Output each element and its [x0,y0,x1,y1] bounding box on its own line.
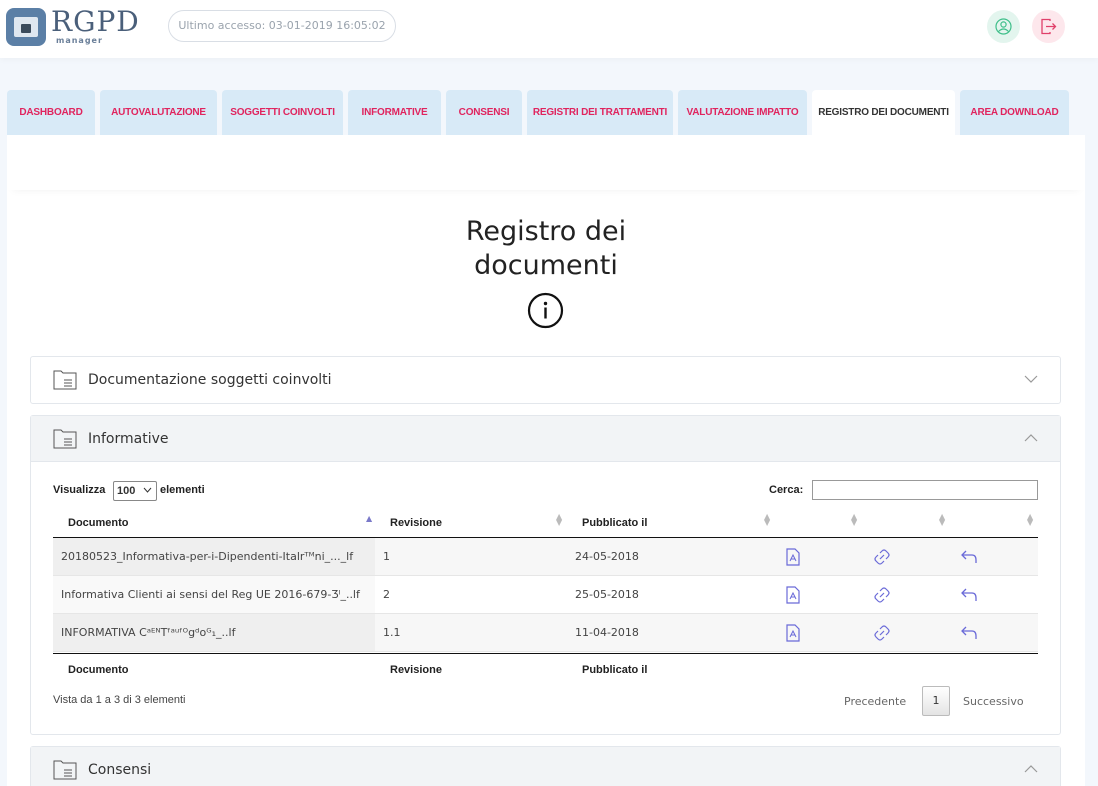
page-length-label: Visualizza [53,484,106,496]
cell-documento: Informativa Clienti ai sensi del Reg UE … [53,576,375,613]
panel-top-strip [7,135,1085,190]
section-header[interactable]: Consensi [31,747,1060,786]
tab-dashboard[interactable]: DASHBOARD [7,90,95,135]
section-informative: Informative Visualizza 100 elementi Cerc… [30,415,1061,735]
column-header-pubblicato[interactable]: Pubblicato il [582,517,647,529]
sort-ascending-icon[interactable]: ▲ [366,514,372,523]
undo-arrow-icon[interactable] [960,548,978,566]
section-header[interactable]: Informative [31,416,1060,462]
chevron-up-icon[interactable] [1024,764,1038,774]
table-info: Vista da 1 a 3 di 3 elementi [53,694,186,706]
top-header: RGPD manager Ultimo accesso: 03-01-2019 … [0,0,1098,58]
column-footer-revisione: Revisione [390,664,442,676]
cell-revisione: 1.1 [383,626,401,639]
undo-arrow-icon[interactable] [960,624,978,642]
tab-autovalutazione[interactable]: AUTOVALUTAZIONE [100,90,217,135]
tab-informative[interactable]: INFORMATIVE [348,90,441,135]
pdf-file-icon[interactable] [786,624,800,642]
column-footer-pubblicato: Pubblicato il [582,664,648,676]
document-folder-icon [53,760,77,780]
chevron-down-icon [143,487,152,493]
sort-icon[interactable]: ▲ ▼ [556,513,562,527]
search-label: Cerca: [769,484,804,496]
link-icon[interactable] [873,548,891,566]
cell-pubblicato: 25-05-2018 [575,588,639,601]
user-circle-icon [995,18,1012,35]
pagination-page-1[interactable]: 1 [922,686,950,716]
section-documentazione-soggetti: Documentazione soggetti coinvolti [30,356,1061,404]
sort-icon[interactable]: ▲ ▼ [764,513,770,527]
search-input[interactable] [812,480,1038,500]
sort-icon[interactable]: ▲ ▼ [851,513,857,527]
pagination-previous[interactable]: Precedente [844,695,906,708]
page-length-suffix: elementi [160,484,205,496]
tab-registri-dei-trattamenti[interactable]: REGISTRI DEI TRATTAMENTI [527,90,673,135]
last-access-badge: Ultimo accesso: 03-01-2019 16:05:02 [168,10,396,42]
page-title: Registro dei documenti [407,215,685,283]
cell-pubblicato: 24-05-2018 [575,550,639,563]
sort-icon[interactable]: ▲ ▼ [939,513,945,527]
pdf-file-icon[interactable] [786,586,800,604]
cell-pubblicato: 11-04-2018 [575,626,639,639]
logout-icon [1041,18,1057,35]
undo-arrow-icon[interactable] [960,586,978,604]
document-folder-icon [53,429,77,449]
pagination-next[interactable]: Successivo [963,695,1024,708]
column-header-documento[interactable]: Documento [68,517,129,529]
link-icon[interactable] [873,624,891,642]
link-icon[interactable] [873,586,891,604]
logo-image [6,8,46,46]
chevron-down-icon[interactable] [1024,374,1038,384]
cell-documento: INFORMATIVA CᵃᴱᴺTᶠᵃᵘᶠᴼgᵈᴏᴳ₁_..lf [53,614,375,651]
page-title-line1: Registro dei [465,216,627,247]
tab-valutazione-impatto[interactable]: VALUTAZIONE IMPATTO [678,90,807,135]
cell-documento: 20180523_Informativa-per-i-Dipendenti-It… [53,538,375,575]
column-footer-documento: Documento [68,664,129,676]
cell-revisione: 1 [383,550,390,563]
page-length-select[interactable]: 100 [113,481,157,501]
section-consensi: Consensi [30,746,1061,786]
table-row: INFORMATIVA CᵃᴱᴺTᶠᵃᵘᶠᴼgᵈᴏᴳ₁_..lf 1.1 11-… [53,614,1038,652]
table-row: Informativa Clienti ai sensi del Reg UE … [53,576,1038,614]
sort-icon[interactable]: ▲ ▼ [1027,513,1033,527]
logout-button[interactable] [1032,10,1065,43]
chevron-up-icon[interactable] [1024,433,1038,443]
document-folder-icon [53,370,77,390]
tab-registro-dei-documenti[interactable]: REGISTRO DEI DOCUMENTI [812,90,955,135]
main-panel: Registro dei documenti Documentazione so… [7,135,1085,786]
user-profile-button[interactable] [987,10,1020,43]
page-title-line2: documenti [474,250,618,281]
logo-subtitle: manager [56,36,103,45]
logo-text: RGPD [51,5,140,38]
info-circle-icon[interactable] [527,292,564,329]
cell-revisione: 2 [383,588,390,601]
section-title: Consensi [88,762,152,778]
page-length-value: 100 [117,485,136,497]
section-title: Informative [88,431,169,447]
pdf-file-icon[interactable] [786,548,800,566]
tab-consensi[interactable]: CONSENSI [446,90,522,135]
tab-soggetti-coinvolti[interactable]: SOGGETTI COINVOLTI [222,90,343,135]
table-row: 20180523_Informativa-per-i-Dipendenti-It… [53,538,1038,576]
section-header[interactable]: Documentazione soggetti coinvolti [31,357,1060,403]
column-header-revisione[interactable]: Revisione [390,517,442,529]
tab-area-download[interactable]: AREA DOWNLOAD [960,90,1069,135]
logo[interactable]: RGPD manager [6,6,146,46]
section-title: Documentazione soggetti coinvolti [88,372,332,388]
table-footer-divider [53,653,1038,654]
